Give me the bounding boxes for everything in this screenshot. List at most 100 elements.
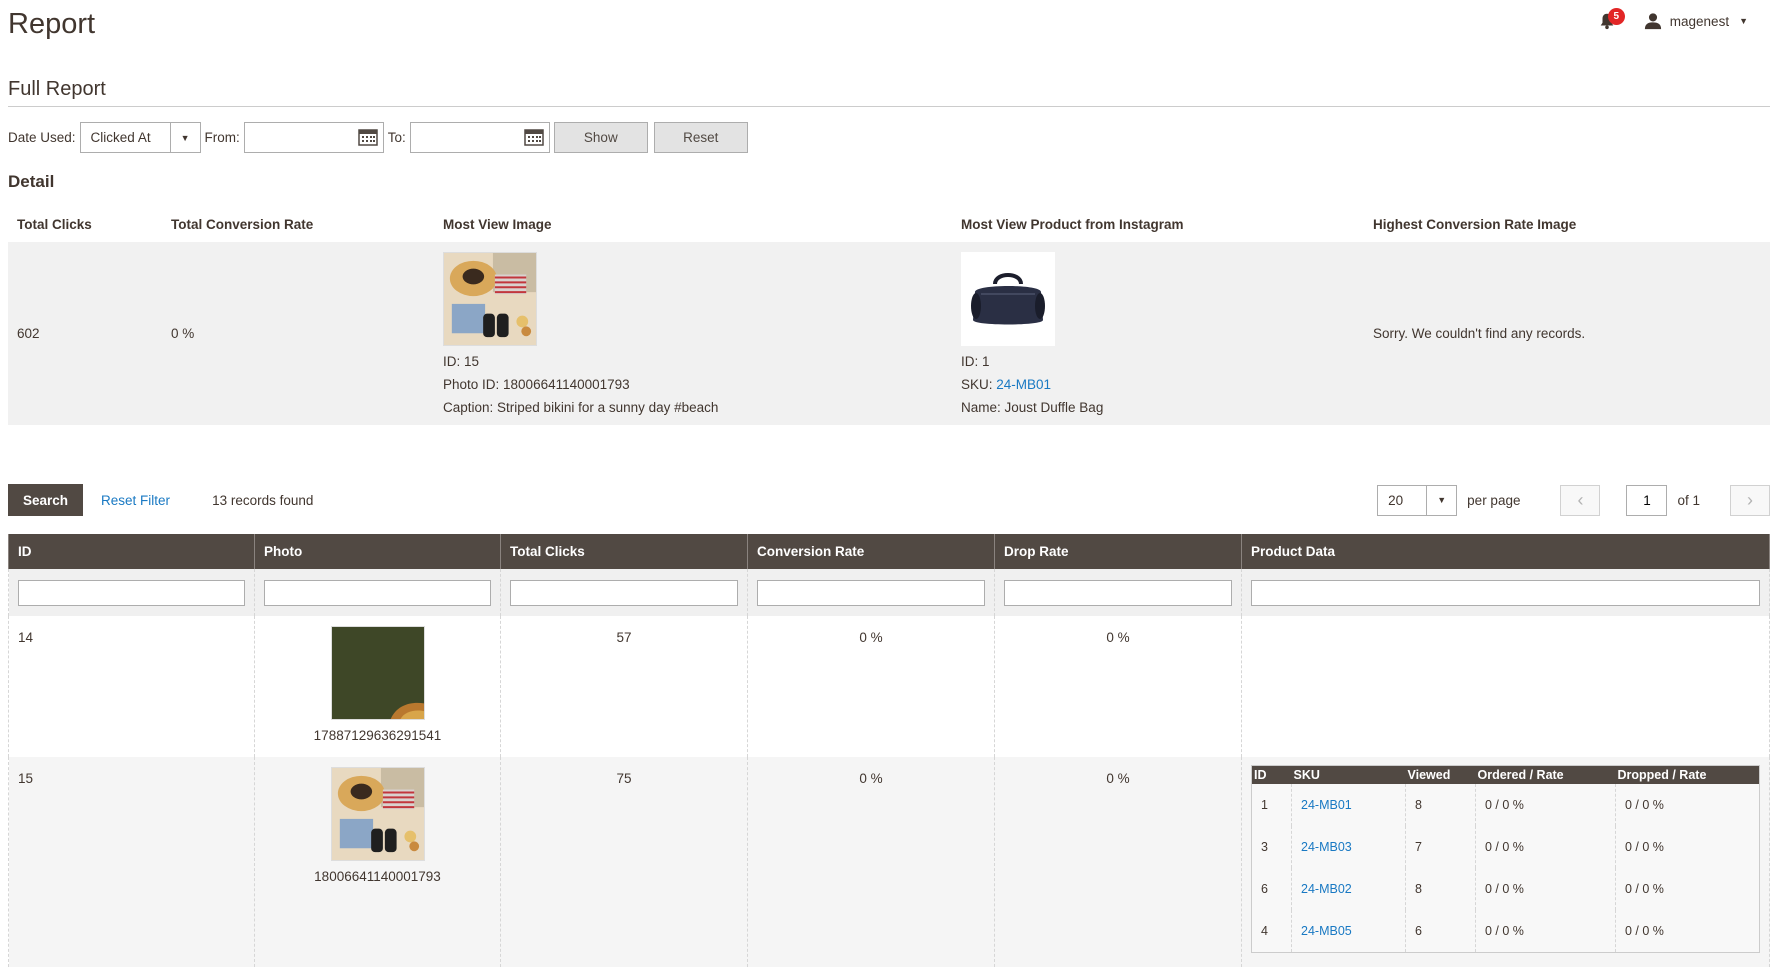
product-column-ordered-rate: Ordered / Rate	[1475, 765, 1616, 784]
grass-photo-thumbnail[interactable]	[330, 626, 425, 720]
row-photo-id: 18006641140001793	[314, 869, 441, 884]
to-label: To:	[387, 130, 406, 145]
product-viewed: 6	[1405, 909, 1476, 952]
show-button[interactable]: Show	[553, 122, 648, 153]
most-view-product-sku-link[interactable]: 24-MB01	[996, 377, 1051, 392]
product-dropped-rate: 0 / 0 %	[1615, 867, 1760, 910]
page-title: Report	[8, 8, 96, 40]
row-drop-rate: 0 %	[994, 616, 1242, 757]
header-actions: 5 magenest ▼	[1596, 8, 1748, 32]
product-dropped-rate: 0 / 0 %	[1615, 909, 1760, 952]
product-sku-link[interactable]: 24-MB02	[1301, 882, 1352, 896]
product-sku-link[interactable]: 24-MB03	[1301, 840, 1352, 854]
filter-cell	[254, 569, 501, 616]
date-used-value: Clicked At	[90, 130, 151, 145]
row-total-clicks: 57	[500, 616, 748, 757]
section-divider	[8, 106, 1770, 107]
column-header-drop-rate[interactable]: Drop Rate	[994, 534, 1242, 569]
chevron-down-icon: ▼	[1739, 16, 1748, 26]
table-row[interactable]: 15 18006641140001793 75 0 % 0 % ID SKU V…	[8, 757, 1770, 967]
column-header-total-clicks[interactable]: Total Clicks	[500, 534, 748, 569]
column-header-conversion-rate[interactable]: Conversion Rate	[747, 534, 995, 569]
most-view-product-id: ID: 1	[961, 354, 990, 369]
column-header-id[interactable]: ID	[8, 534, 255, 569]
previous-page-button[interactable]: ‹	[1560, 484, 1601, 516]
table-row[interactable]: 14 17887129636291541 57 0 % 0 %	[8, 616, 1770, 757]
row-conversion-rate: 0 %	[747, 616, 995, 757]
duffle-bag-image	[971, 273, 1045, 325]
chevron-down-icon: ▼	[1426, 485, 1456, 515]
product-row: 3 24-MB03 7 0 / 0 % 0 / 0 %	[1251, 825, 1760, 868]
row-total-clicks: 75	[500, 757, 748, 967]
filter-id-input[interactable]	[18, 579, 245, 606]
reset-button[interactable]: Reset	[653, 122, 748, 153]
detail-total-clicks: 602	[8, 242, 162, 425]
filter-cell	[8, 569, 255, 616]
product-dropped-rate: 0 / 0 %	[1615, 825, 1760, 868]
filter-cell	[1241, 569, 1770, 616]
detail-title: Detail	[8, 172, 55, 191]
detail-header-total-conversion-rate: Total Conversion Rate	[171, 216, 314, 232]
date-used-select[interactable]: Clicked At ▼	[79, 122, 201, 153]
product-sku-link[interactable]: 24-MB01	[1301, 798, 1352, 812]
row-product-data	[1241, 616, 1770, 757]
filter-photo-input[interactable]	[264, 579, 491, 606]
detail-total-conversion-rate: 0 %	[162, 242, 434, 425]
product-sku-link[interactable]: 24-MB05	[1301, 924, 1352, 938]
most-view-product-sku-line: SKU: 24-MB01	[961, 377, 1355, 392]
product-row: 4 24-MB05 6 0 / 0 % 0 / 0 %	[1251, 909, 1760, 952]
product-thumbnail[interactable]	[961, 252, 1055, 346]
row-photo-cell: 18006641140001793	[254, 757, 501, 967]
records-found: 13 records found	[212, 492, 314, 508]
calendar-icon[interactable]	[524, 128, 544, 146]
filter-conversion-rate-input[interactable]	[757, 579, 985, 606]
current-page-input[interactable]	[1626, 484, 1668, 516]
from-date-wrapper	[243, 122, 384, 153]
report-grid: ID Photo Total Clicks Conversion Rate Dr…	[8, 534, 1770, 967]
per-page-value: 20	[1388, 492, 1404, 508]
next-page-button[interactable]: ›	[1730, 484, 1770, 516]
filter-product-data-input[interactable]	[1251, 579, 1760, 606]
beach-photo-thumbnail[interactable]	[330, 767, 425, 861]
filter-cell	[500, 569, 748, 616]
per-page-select[interactable]: 20 ▼	[1377, 484, 1458, 516]
reset-filter-link[interactable]: Reset Filter	[101, 493, 170, 508]
detail-header-total-clicks: Total Clicks	[17, 216, 92, 232]
most-view-image-caption: Caption: Striped bikini for a sunny day …	[443, 400, 719, 415]
total-pages-label: of 1	[1677, 492, 1700, 508]
column-header-photo[interactable]: Photo	[254, 534, 501, 569]
product-column-sku: SKU	[1291, 765, 1406, 784]
pager: 20 ▼ per page ‹ of 1 ›	[1377, 484, 1770, 516]
product-sku-cell: 24-MB01	[1291, 783, 1406, 826]
calendar-icon[interactable]	[358, 128, 378, 146]
product-column-id: ID	[1251, 765, 1292, 784]
row-id: 14	[8, 616, 255, 757]
section-title: Full Report	[8, 78, 106, 100]
filter-drop-rate-input[interactable]	[1004, 579, 1232, 606]
column-header-product-data[interactable]: Product Data	[1241, 534, 1770, 569]
product-ordered-rate: 0 / 0 %	[1475, 783, 1616, 826]
product-dropped-rate: 0 / 0 %	[1615, 783, 1760, 826]
product-ordered-rate: 0 / 0 %	[1475, 909, 1616, 952]
filter-total-clicks-input[interactable]	[510, 579, 738, 606]
product-viewed: 8	[1405, 867, 1476, 910]
product-sku-cell: 24-MB02	[1291, 867, 1406, 910]
product-ordered-rate: 0 / 0 %	[1475, 867, 1616, 910]
row-id: 15	[8, 757, 255, 967]
to-date-wrapper	[409, 122, 550, 153]
notification-count-badge: 5	[1607, 8, 1625, 25]
row-conversion-rate: 0 %	[747, 757, 995, 967]
row-photo-id: 17887129636291541	[313, 728, 442, 743]
notifications-button[interactable]: 5	[1596, 8, 1625, 32]
user-menu[interactable]: magenest ▼	[1644, 12, 1748, 30]
product-id: 1	[1251, 783, 1292, 826]
beach-photo-thumbnail[interactable]	[443, 252, 537, 346]
product-id: 6	[1251, 867, 1292, 910]
product-sku-cell: 24-MB05	[1291, 909, 1406, 952]
sku-label: SKU:	[961, 377, 997, 392]
search-button[interactable]: Search	[8, 484, 84, 516]
product-id: 3	[1251, 825, 1292, 868]
product-data-table: ID SKU Viewed Ordered / Rate Dropped / R…	[1251, 765, 1760, 953]
detail-header-highest-conversion: Highest Conversion Rate Image	[1373, 216, 1577, 232]
product-row: 1 24-MB01 8 0 / 0 % 0 / 0 %	[1251, 783, 1760, 826]
